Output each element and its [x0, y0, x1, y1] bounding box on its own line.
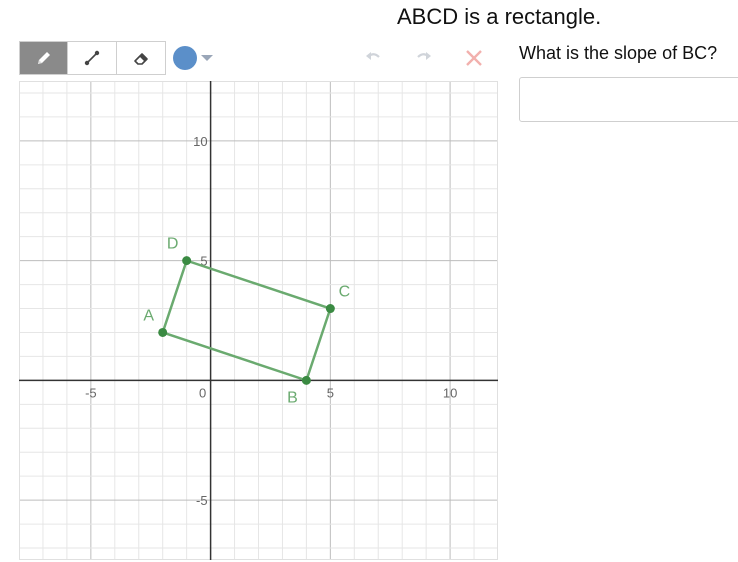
- undo-button[interactable]: [362, 47, 384, 69]
- point-d: [182, 256, 192, 266]
- point-b: [301, 375, 311, 385]
- pencil-icon: [37, 52, 50, 64]
- color-swatch: [173, 46, 197, 70]
- y-tick-label: -5: [196, 493, 208, 508]
- x-tick-label: 10: [443, 385, 457, 400]
- coordinate-graph[interactable]: -5 0 5 10-5510ABCD: [19, 81, 498, 560]
- line-tool-button[interactable]: [68, 42, 117, 74]
- clear-button[interactable]: [463, 47, 485, 69]
- y-tick-label: 10: [193, 134, 207, 149]
- redo-button[interactable]: [413, 47, 435, 69]
- point-a: [158, 327, 168, 337]
- pencil-tool-button[interactable]: [20, 42, 69, 74]
- eraser-icon: [134, 53, 148, 65]
- point-label-b: B: [287, 389, 298, 406]
- x-tick-label: 5: [327, 385, 334, 400]
- undo-icon: [366, 52, 380, 60]
- x-tick-label: -5: [85, 385, 97, 400]
- eraser-tool-button[interactable]: [117, 42, 165, 74]
- color-picker-dropdown[interactable]: [173, 46, 213, 70]
- problem-title: ABCD is a rectangle.: [397, 4, 602, 29]
- chevron-down-icon: [201, 55, 213, 61]
- answer-input[interactable]: [519, 77, 738, 122]
- question-text: What is the slope of BC?: [519, 43, 718, 63]
- point-label-a: A: [143, 307, 154, 324]
- point-label-d: D: [167, 236, 179, 253]
- drawing-toolbar: [19, 41, 166, 75]
- close-icon: [466, 50, 482, 66]
- x-tick-label: 0: [199, 385, 206, 400]
- redo-icon: [417, 52, 431, 60]
- point-label-c: C: [339, 284, 351, 301]
- point-c: [325, 304, 335, 314]
- line-icon: [84, 50, 100, 66]
